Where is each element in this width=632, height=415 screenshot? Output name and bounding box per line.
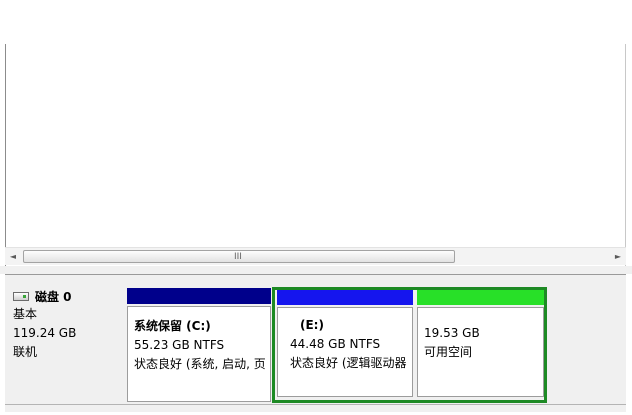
partition-body[interactable]: 系统保留 (C:) 55.23 GB NTFS 状态良好 (系统, 启动, 页	[127, 306, 271, 402]
scroll-left-arrow-icon[interactable]: ◄	[7, 251, 19, 263]
partition-body[interactable]: 19.53 GB 可用空间	[417, 307, 544, 397]
scrollbar-grip-icon: III	[234, 252, 242, 262]
disk-type: 基本	[13, 307, 38, 321]
disk-status: 联机	[13, 345, 38, 359]
disk-map-pane: 磁盘 0 基本 119.24 GB 联机 系统保留 (C:) 55.23 GB …	[5, 274, 626, 412]
partition-color-bar	[417, 290, 544, 305]
partition-status: 状态良好 (逻辑驱动器	[290, 356, 407, 370]
scroll-right-arrow-icon[interactable]: ►	[612, 251, 624, 263]
partition-color-bar	[277, 290, 413, 305]
pane-splitter[interactable]	[0, 266, 632, 274]
partition-logical-e[interactable]: (E:) 44.48 GB NTFS 状态良好 (逻辑驱动器	[277, 290, 413, 398]
partition-size: 44.48 GB NTFS	[290, 337, 381, 351]
partition-size: 55.23 GB NTFS	[134, 338, 225, 352]
disk-name: 磁盘 0	[35, 289, 72, 304]
disk-title-row: 磁盘 0	[13, 287, 131, 305]
horizontal-scrollbar[interactable]: ◄ III ►	[5, 247, 626, 265]
partition-status: 状态良好 (系统, 启动, 页	[134, 357, 266, 371]
partition-spacer	[424, 316, 543, 324]
disk-size: 119.24 GB	[13, 326, 77, 340]
disk-info-panel[interactable]: 磁盘 0 基本 119.24 GB 联机	[5, 287, 131, 377]
partition-body[interactable]: (E:) 44.48 GB NTFS 状态良好 (逻辑驱动器	[277, 307, 413, 397]
bottom-border	[5, 404, 626, 405]
disk-drive-icon	[13, 291, 29, 301]
partition-size: 19.53 GB	[424, 326, 480, 340]
partition-system-reserved[interactable]: 系统保留 (C:) 55.23 GB NTFS 状态良好 (系统, 启动, 页	[127, 288, 271, 402]
partition-name: 系统保留 (C:)	[134, 319, 211, 333]
partition-color-bar	[127, 288, 271, 304]
partition-status: 可用空间	[424, 345, 473, 359]
partition-name: (E:)	[300, 318, 324, 332]
partition-map: 系统保留 (C:) 55.23 GB NTFS 状态良好 (系统, 启动, 页 …	[127, 287, 553, 403]
scrollbar-thumb[interactable]: III	[23, 250, 455, 263]
partition-free-space[interactable]: 19.53 GB 可用空间	[417, 290, 544, 398]
volume-list-pane	[5, 44, 626, 266]
